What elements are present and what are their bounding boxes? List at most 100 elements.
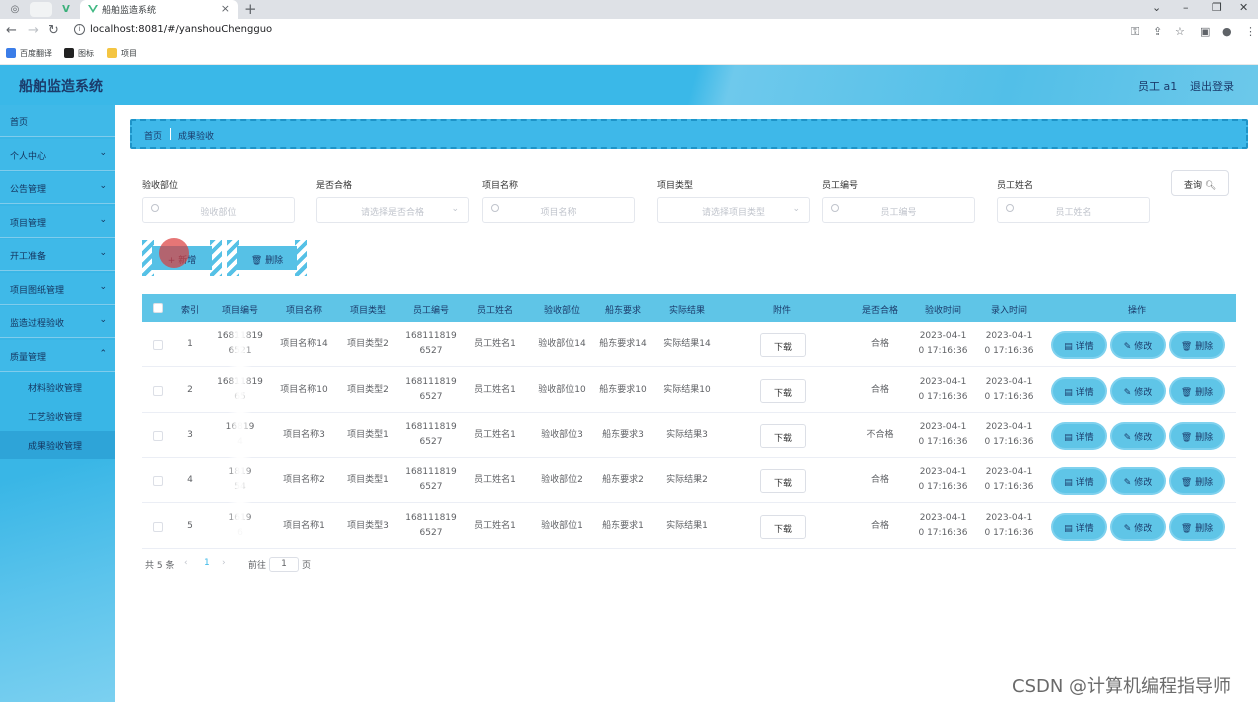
delete-button[interactable]: 🗑︎ 删除: [1171, 515, 1223, 539]
row-checkbox[interactable]: [153, 431, 163, 441]
cell-employee-no: 168111819 6527: [405, 513, 457, 538]
sidebar-item[interactable]: 质量管理 ⌃: [0, 340, 115, 372]
delete-button[interactable]: 🗑︎ 删除: [1171, 469, 1223, 493]
url-field[interactable]: i localhost:8081/#/yanshouChengguo: [70, 22, 1160, 41]
bookmark-item[interactable]: 图标: [64, 48, 94, 59]
sidebar-item[interactable]: 开工准备 ⌄: [0, 239, 115, 271]
site-info-icon[interactable]: i: [74, 24, 85, 35]
sidebar-item[interactable]: 公告管理 ⌄: [0, 172, 115, 204]
cell-actual-result: 实际结果3: [666, 430, 708, 440]
sidebar-subitem[interactable]: 工艺验收管理: [0, 402, 115, 430]
bookmark-folder[interactable]: 项目: [107, 48, 137, 59]
detail-button[interactable]: ▤ 详情: [1053, 469, 1105, 493]
edit-button[interactable]: ✎ 修改: [1112, 424, 1164, 448]
sidebar-item[interactable]: 监造过程验收 ⌄: [0, 306, 115, 338]
cell-employee-no: 168111819 6527: [405, 377, 457, 402]
cell-entry-time: 2023-04-1 0 17:16:36: [984, 331, 1034, 356]
back-icon[interactable]: ←: [6, 23, 17, 38]
key-icon[interactable]: ⚿: [1131, 25, 1139, 39]
minimize-icon[interactable]: –: [1183, 1, 1189, 14]
filter-label: 员工编号: [822, 181, 859, 191]
filter-input[interactable]: 员工编号: [822, 197, 975, 223]
batch-delete-button[interactable]: 🗑︎ 删除: [227, 240, 307, 276]
sidebar-item[interactable]: 首页: [0, 105, 115, 137]
cell-employee-name: 员工姓名1: [474, 521, 516, 531]
cell-project-name: 项目名称1: [283, 521, 325, 531]
sidebar-subitem[interactable]: 成果验收管理: [0, 431, 115, 459]
edit-button[interactable]: ✎ 修改: [1112, 469, 1164, 493]
filter-placeholder: 请选择项目类型: [701, 208, 765, 218]
close-window-icon[interactable]: ✕: [1239, 1, 1248, 14]
filter-placeholder: 员工编号: [880, 208, 917, 218]
active-browser-tab[interactable]: 船舶监造系统 ×: [80, 0, 238, 19]
detail-button[interactable]: ▤ 详情: [1053, 379, 1105, 403]
filter-input[interactable]: 项目名称: [482, 197, 635, 223]
sidebar-subitem[interactable]: 材料验收管理: [0, 373, 115, 401]
filter-select[interactable]: 请选择项目类型 ⌄: [657, 197, 810, 223]
column-header: 项目名称: [285, 306, 323, 316]
cell-employee-no: 168111819 6527: [405, 331, 457, 356]
pinned-tab[interactable]: [30, 2, 52, 17]
document-icon: ▤: [1064, 524, 1076, 534]
detail-button[interactable]: ▤ 详情: [1053, 424, 1105, 448]
forward-icon[interactable]: →: [28, 23, 39, 38]
table-row: 3168194项目名称3项目类型11681118196527员工姓名1验收部位3…: [142, 413, 1236, 458]
detail-button[interactable]: ▤ 详情: [1053, 333, 1105, 357]
new-tab-icon[interactable]: +: [244, 0, 257, 18]
download-button[interactable]: 下载: [760, 469, 806, 493]
next-page-icon[interactable]: ›: [222, 558, 226, 568]
filter-input[interactable]: 验收部位: [142, 197, 295, 223]
star-icon[interactable]: ☆: [1175, 25, 1185, 38]
query-button[interactable]: 查询 🔍︎: [1171, 170, 1229, 196]
edit-button[interactable]: ✎ 修改: [1112, 333, 1164, 357]
sidepanel-icon[interactable]: ▣: [1200, 25, 1210, 38]
download-button[interactable]: 下载: [760, 424, 806, 448]
chevron-down-icon[interactable]: ⌄: [1152, 1, 1161, 14]
restore-icon[interactable]: ❐: [1212, 1, 1222, 14]
reload-icon[interactable]: ↻: [48, 23, 59, 38]
sidebar-item[interactable]: 个人中心 ⌄: [0, 139, 115, 171]
delete-button[interactable]: 🗑︎ 删除: [1171, 379, 1223, 403]
close-tab-icon[interactable]: ×: [221, 2, 230, 15]
bookmark-item[interactable]: 百度翻译: [6, 48, 52, 59]
row-checkbox[interactable]: [153, 476, 163, 486]
filter-input[interactable]: 员工姓名: [997, 197, 1150, 223]
prev-page-icon[interactable]: ‹: [184, 558, 188, 568]
delete-button[interactable]: 🗑︎ 删除: [1171, 333, 1223, 357]
url-text: localhost:8081/#/yanshouChengguo: [90, 24, 273, 35]
edit-button[interactable]: ✎ 修改: [1112, 379, 1164, 403]
detail-button[interactable]: ▤ 详情: [1053, 515, 1105, 539]
more-icon[interactable]: ⋮: [1245, 25, 1256, 38]
watermark: CSDN @计算机编程指导师: [1012, 676, 1232, 697]
document-icon: ▤: [1064, 342, 1076, 352]
row-checkbox[interactable]: [153, 340, 163, 350]
column-header: 员工编号: [412, 306, 450, 316]
share-icon[interactable]: ⇪: [1153, 25, 1162, 38]
page-number-current[interactable]: 1: [204, 558, 210, 568]
logout-link[interactable]: 退出登录: [1190, 78, 1234, 94]
cell-check-part: 验收部位1: [541, 521, 583, 531]
breadcrumb-home[interactable]: 首页: [144, 129, 162, 142]
sidebar-subitem-label: 工艺验收管理: [28, 413, 83, 423]
select-all-checkbox[interactable]: [153, 303, 163, 313]
sidebar-item[interactable]: 项目图纸管理 ⌄: [0, 273, 115, 305]
sidebar-item[interactable]: 项目管理 ⌄: [0, 206, 115, 238]
vue-tab-icon[interactable]: V: [55, 2, 77, 17]
edit-button[interactable]: ✎ 修改: [1112, 515, 1164, 539]
delete-button[interactable]: 🗑︎ 删除: [1171, 424, 1223, 448]
cell-project-type: 项目类型2: [347, 339, 389, 349]
cell-project-type: 项目类型1: [347, 430, 389, 440]
column-header: 附件: [772, 306, 792, 316]
download-button[interactable]: 下载: [760, 333, 806, 357]
goto-page-input[interactable]: 1: [269, 557, 299, 572]
download-button[interactable]: 下载: [760, 515, 806, 539]
breadcrumb-current: 成果验收: [178, 132, 215, 142]
cell-check-time: 2023-04-1 0 17:16:36: [918, 467, 968, 492]
download-button[interactable]: 下载: [760, 379, 806, 403]
row-checkbox[interactable]: [153, 386, 163, 396]
filter-placeholder: 请选择是否合格: [360, 208, 424, 218]
browser-menu-icon[interactable]: ◎: [4, 2, 26, 17]
profile-icon[interactable]: ●: [1222, 25, 1232, 38]
row-checkbox[interactable]: [153, 522, 163, 532]
filter-select[interactable]: 请选择是否合格 ⌄: [316, 197, 469, 223]
